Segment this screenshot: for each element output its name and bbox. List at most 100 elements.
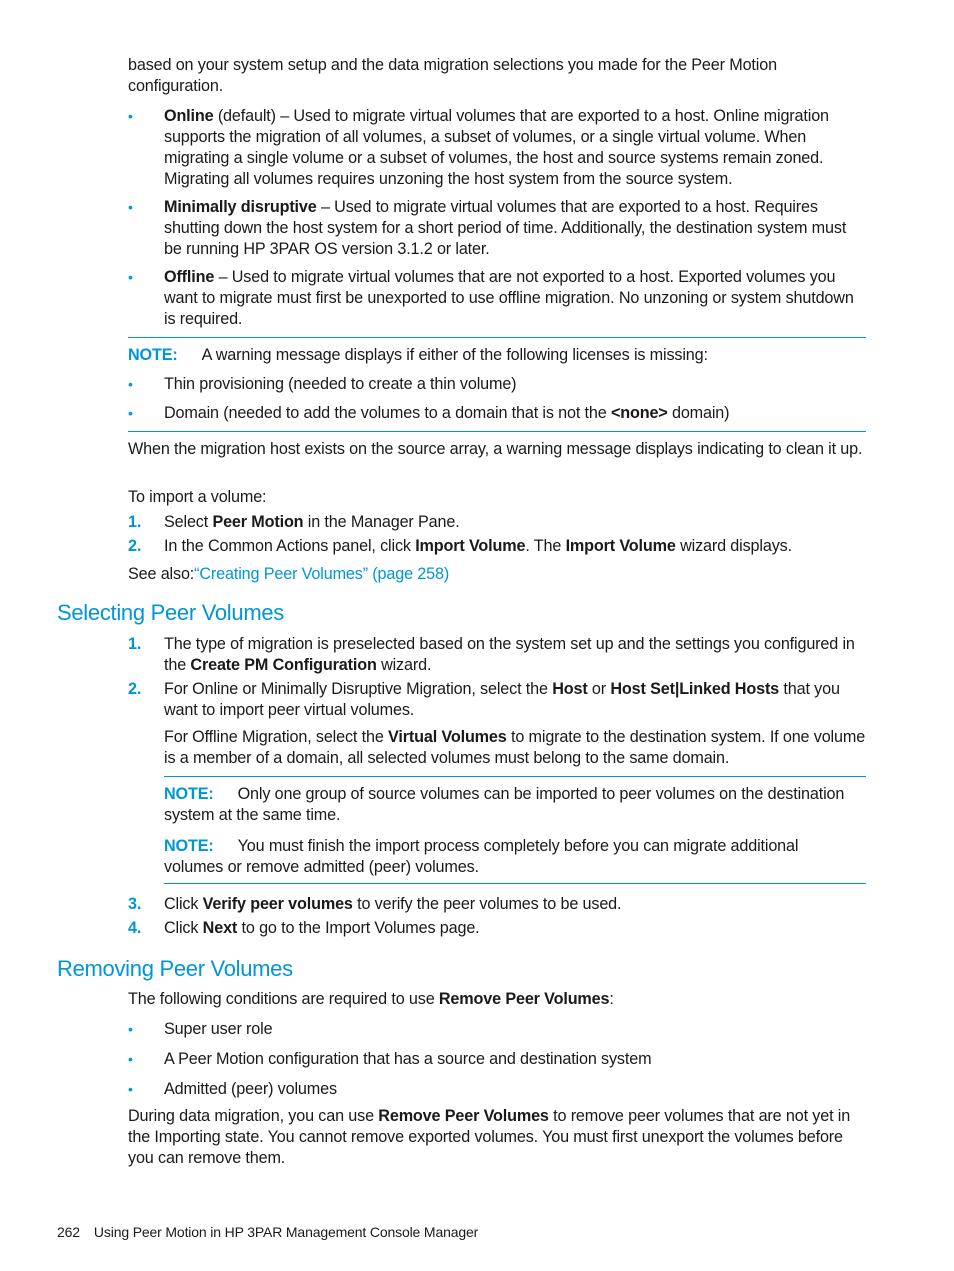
text: During data migration, you can use [128, 1107, 379, 1125]
bullet-icon: • [128, 1021, 133, 1037]
item-text: domain) [667, 404, 730, 422]
step-number: 2. [128, 680, 142, 698]
see-also-label: See also: [128, 565, 195, 583]
text: Select [164, 513, 213, 531]
term: Online [164, 107, 214, 125]
description: (default) – Used to migrate virtual volu… [164, 107, 829, 188]
text: Click [164, 895, 203, 913]
list-item: • A Peer Motion configuration that has a… [128, 1049, 868, 1070]
bold-text: Virtual Volumes [388, 728, 507, 746]
text: : [609, 990, 614, 1008]
running-title: Using Peer Motion in HP 3PAR Management … [93, 1224, 479, 1240]
bold-text: Verify peer volumes [202, 895, 353, 913]
note-label: NOTE: [164, 837, 214, 855]
item-bold: <none> [610, 404, 668, 422]
section-heading-selecting: Selecting Peer Volumes [57, 600, 284, 625]
bullet-icon: • [128, 405, 133, 421]
step-item: 1. Select Peer Motion in the Manager Pan… [128, 512, 868, 533]
selecting-steps-after: 3. Click Verify peer volumes to verify t… [128, 894, 868, 939]
migration-types-list: • Online (default) – Used to migrate vir… [128, 106, 868, 330]
bold-text: Remove Peer Volumes [438, 990, 610, 1008]
note-finish-import: NOTE: You must finish the import process … [164, 836, 854, 878]
step-number: 1. [128, 513, 142, 531]
page-footer: 262 Using Peer Motion in HP 3PAR Manageme… [57, 1223, 478, 1241]
note-label: NOTE: [128, 346, 178, 364]
text: Click [164, 919, 203, 937]
removing-paragraph: During data migration, you can use Remov… [128, 1106, 868, 1169]
term: Offline [164, 268, 215, 286]
text: In the Common Actions panel, click [164, 537, 416, 555]
warning-paragraph: When the migration host exists on the so… [128, 440, 863, 458]
removing-intro: The following conditions are required to… [128, 989, 868, 1010]
import-intro: To import a volume: [128, 488, 267, 506]
text: wizard displays. [675, 537, 792, 555]
text: . The [525, 537, 566, 555]
bullet-icon: • [128, 1051, 133, 1067]
selecting-steps: 1. The type of migration is preselected … [128, 634, 868, 769]
bullet-icon: • [128, 269, 133, 285]
offline-paragraph: For Offline Migration, select the Virtua… [128, 727, 868, 769]
step-item: 4. Click Next to go to the Import Volume… [128, 918, 868, 939]
bold-text: Import Volume [415, 537, 526, 555]
text: to verify the peer volumes to be used. [352, 895, 622, 913]
step-item: 2. In the Common Actions panel, click Im… [128, 536, 868, 557]
step-number: 4. [128, 919, 142, 937]
note-rule-top [164, 776, 866, 777]
note-one-group: NOTE: Only one group of source volumes ca… [164, 784, 868, 826]
text: to go to the Import Volumes page. [237, 919, 480, 937]
list-item-online: • Online (default) – Used to migrate vir… [128, 106, 868, 190]
note-rule-bottom [128, 431, 866, 432]
description: – Used to migrate virtual volumes that a… [164, 268, 854, 328]
item-text: Domain (needed to add the volumes to a d… [164, 404, 611, 422]
note-text: Only one group of source volumes can be … [164, 785, 845, 824]
see-also-link[interactable]: “Creating Peer Volumes” (page 258) [194, 565, 449, 583]
note-rule-top [128, 337, 866, 338]
text: wizard. [376, 656, 432, 674]
text: For Online or Minimally Disruptive Migra… [164, 680, 553, 698]
bullet-icon: • [128, 376, 133, 392]
see-also: See also:“Creating Peer Volumes” (page 2… [128, 564, 868, 585]
note-text: A warning message displays if either of … [201, 346, 708, 364]
term: Minimally disruptive [164, 198, 317, 216]
list-item: • Domain (needed to add the volumes to a… [128, 403, 868, 424]
note-rule-bottom [164, 883, 866, 884]
note-text: You must finish the import process compl… [164, 837, 799, 876]
import-steps: 1. Select Peer Motion in the Manager Pan… [128, 512, 868, 557]
item-text: Admitted (peer) volumes [164, 1080, 337, 1098]
note-licenses: NOTE: A warning message displays if eithe… [128, 345, 868, 366]
step-number: 3. [128, 895, 142, 913]
list-item: • Super user role [128, 1019, 868, 1040]
step-item: 1. The type of migration is preselected … [128, 634, 868, 676]
intro-paragraph: based on your system setup and the data … [128, 56, 777, 95]
step-number: 2. [128, 537, 142, 555]
bullet-icon: • [128, 108, 133, 124]
item-text: A Peer Motion configuration that has a s… [164, 1050, 652, 1068]
item-text: Super user role [164, 1020, 273, 1038]
bold-text: Remove Peer Volumes [378, 1107, 549, 1125]
list-item-offline: • Offline – Used to migrate virtual volu… [128, 267, 868, 330]
bold-text: Host Set|Linked Hosts [610, 680, 780, 698]
list-item-minimally-disruptive: • Minimally disruptive – Used to migrate… [128, 197, 868, 260]
section-heading-removing: Removing Peer Volumes [57, 956, 293, 981]
bullet-icon: • [128, 1081, 133, 1097]
item-text: Thin provisioning (needed to create a th… [164, 375, 517, 393]
text: or [587, 680, 611, 698]
list-item: • Admitted (peer) volumes [128, 1079, 868, 1100]
conditions-list: • Super user role • A Peer Motion config… [128, 1019, 868, 1100]
page-number: 262 [57, 1224, 80, 1240]
bold-text: Import Volume [565, 537, 676, 555]
note-label: NOTE: [164, 785, 214, 803]
text: in the Manager Pane. [303, 513, 460, 531]
bullet-icon: • [128, 199, 133, 215]
license-list: • Thin provisioning (needed to create a … [128, 374, 868, 424]
bold-text: Peer Motion [212, 513, 304, 531]
step-number: 1. [128, 635, 142, 653]
bold-text: Host [552, 680, 588, 698]
document-page: based on your system setup and the data … [0, 0, 954, 1271]
step-item: 3. Click Verify peer volumes to verify t… [128, 894, 868, 915]
step-item: 2. For Online or Minimally Disruptive Mi… [128, 679, 868, 721]
text: For Offline Migration, select the [164, 728, 389, 746]
bold-text: Next [202, 919, 238, 937]
list-item: • Thin provisioning (needed to create a … [128, 374, 868, 395]
text: The following conditions are required to… [128, 990, 439, 1008]
